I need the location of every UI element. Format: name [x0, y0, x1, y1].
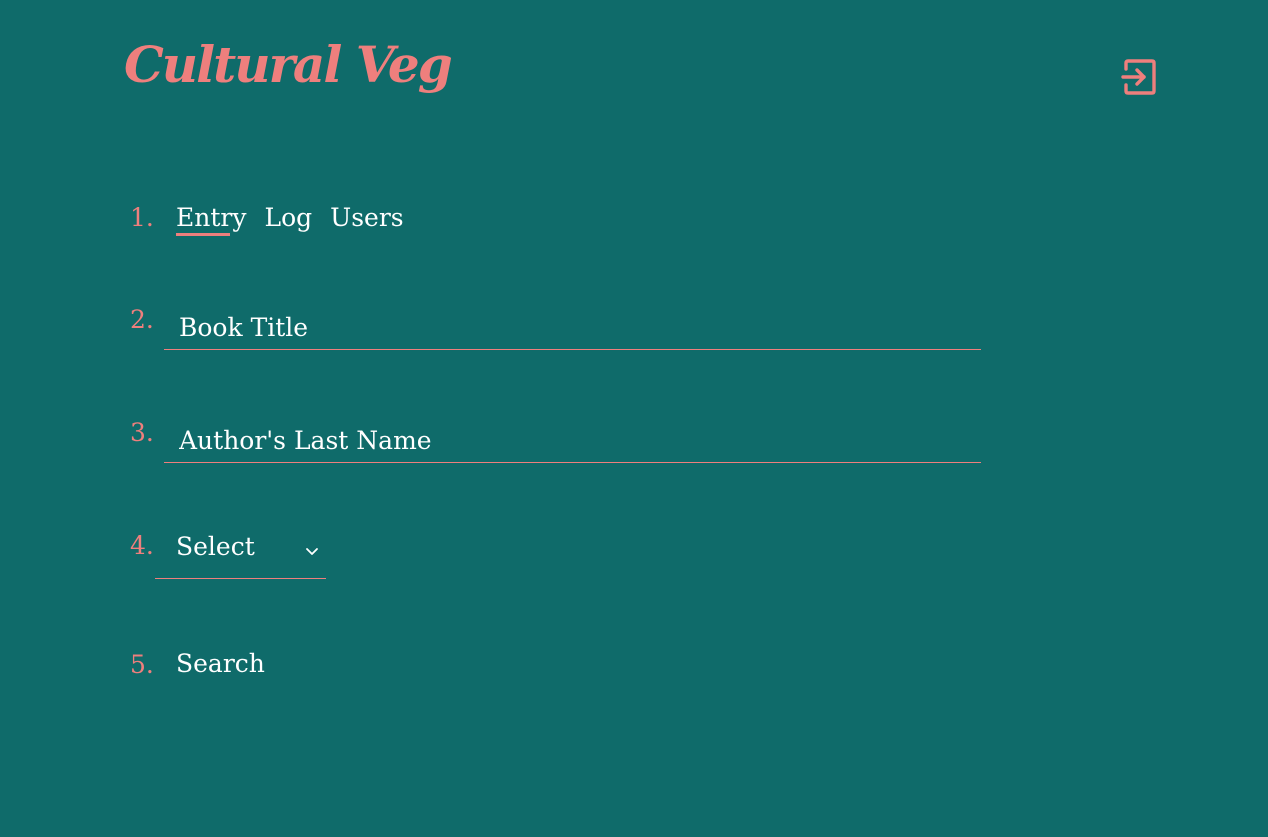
- search-button[interactable]: Search: [176, 651, 265, 676]
- author-last-name-input[interactable]: [164, 418, 981, 462]
- step-number-5: 5.: [130, 650, 154, 679]
- step-number-2: 2.: [130, 305, 154, 334]
- app-logo: Cultural Veg: [124, 35, 453, 94]
- category-select[interactable]: Select: [155, 528, 326, 579]
- book-title-input[interactable]: [164, 305, 981, 349]
- tab-users[interactable]: Users: [330, 205, 403, 230]
- author-last-name-field-wrapper: [164, 418, 981, 463]
- step-number-1: 1.: [130, 203, 154, 232]
- select-value: Select: [176, 532, 255, 561]
- chevron-down-icon: [306, 548, 318, 555]
- tab-log[interactable]: Log: [264, 205, 312, 230]
- step-number-3: 3.: [130, 418, 154, 447]
- tab-entry[interactable]: Entry: [176, 205, 246, 236]
- step-number-4: 4.: [130, 531, 154, 560]
- tab-bar: Entry Log Users: [176, 205, 404, 236]
- login-icon: [1121, 59, 1156, 95]
- book-title-field-wrapper: [164, 305, 981, 350]
- login-button[interactable]: [1120, 58, 1158, 96]
